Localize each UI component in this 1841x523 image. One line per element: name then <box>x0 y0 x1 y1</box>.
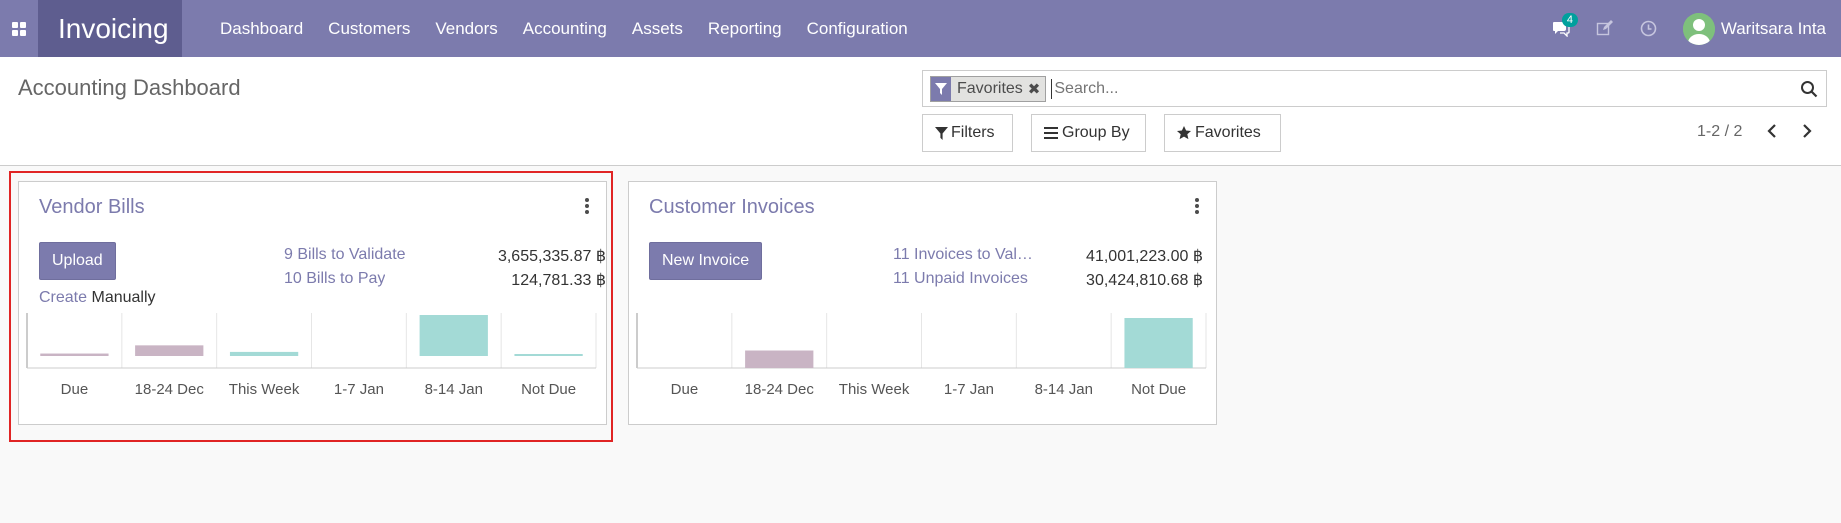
bars-icon <box>1044 127 1058 139</box>
favorites-label: Favorites <box>1195 124 1261 141</box>
edit-icon <box>1597 20 1614 36</box>
chart-category-label: 8-14 Jan <box>1035 381 1093 398</box>
invoices-to-validate-amount: 41,001,223.00 ฿ <box>1086 248 1203 265</box>
menu-configuration[interactable]: Configuration <box>807 19 908 39</box>
search-input[interactable] <box>1051 78 1800 99</box>
page-title: Accounting Dashboard <box>18 75 241 100</box>
systray: 4 Waritsara Inta <box>1551 0 1841 57</box>
filters-button[interactable]: Filters <box>922 114 1013 152</box>
search-icon[interactable] <box>1800 80 1818 98</box>
chart-category-label: 8-14 Jan <box>425 381 483 398</box>
filters-label: Filters <box>951 124 995 141</box>
star-icon <box>1177 126 1191 140</box>
menu-vendors[interactable]: Vendors <box>435 19 497 39</box>
create-manually-text: Manually <box>91 289 156 306</box>
chart-bar-0[interactable] <box>40 353 109 356</box>
app-brand[interactable]: Invoicing <box>38 0 182 57</box>
stat-row: 11 Invoices to Val… 41,001,223.00 ฿ <box>893 246 1203 266</box>
main-menu: Dashboard Customers Vendors Accounting A… <box>220 19 933 39</box>
chart-category-label: This Week <box>839 381 910 398</box>
clock-icon <box>1641 20 1657 37</box>
group-by-button[interactable]: Group By <box>1031 114 1146 152</box>
chart-category-label: Not Due <box>1131 381 1186 398</box>
top-navbar: Invoicing Dashboard Customers Vendors Ac… <box>0 0 1841 57</box>
card-title[interactable]: Customer Invoices <box>649 196 815 219</box>
vendor-bills-card: Vendor Bills Upload Create Manually 9 Bi… <box>18 181 607 425</box>
apps-menu-button[interactable] <box>0 0 38 57</box>
user-avatar <box>1682 12 1715 45</box>
filter-icon <box>935 126 948 140</box>
card-menu-icon[interactable] <box>584 198 590 214</box>
favorites-button[interactable]: Favorites <box>1164 114 1281 152</box>
card-menu-icon[interactable] <box>1194 198 1200 214</box>
chevron-right-icon <box>1803 124 1812 138</box>
bills-to-validate-amount: 3,655,335.87 ฿ <box>497 248 606 265</box>
stat-row: 11 Unpaid Invoices 30,424,810.68 ฿ <box>893 270 1203 290</box>
vendor-bills-chart[interactable]: Due 18-24 Dec This Week 1-7 Jan 8-14 Jan Not … <box>24 309 601 404</box>
apps-grid-icon <box>12 21 26 36</box>
pager-previous[interactable] <box>1762 120 1782 142</box>
bills-to-validate-link[interactable]: 9 Bills to Validate <box>284 246 406 266</box>
group-by-label: Group By <box>1062 124 1130 141</box>
create-link[interactable]: Create <box>39 289 87 306</box>
chart-bar-4[interactable] <box>419 315 488 356</box>
upload-button[interactable]: Upload <box>39 242 116 280</box>
bills-to-pay-amount: 124,781.33 ฿ <box>511 272 606 289</box>
control-panel: Accounting Dashboard Favorites ✖ Filters… <box>0 57 1841 166</box>
user-menu[interactable]: Waritsara Inta <box>1682 12 1826 45</box>
pager-value[interactable]: 1-2 / 2 <box>1697 123 1742 141</box>
pager-next[interactable] <box>1797 120 1817 142</box>
new-invoice-button[interactable]: New Invoice <box>649 242 763 280</box>
menu-dashboard[interactable]: Dashboard <box>220 19 303 39</box>
messages-button[interactable]: 4 <box>1551 12 1578 39</box>
chart-bar-5[interactable] <box>1124 318 1193 368</box>
chart-category-label: 1-7 Jan <box>334 381 384 398</box>
chart-bar-5[interactable] <box>514 354 583 356</box>
invoices-to-validate-link[interactable]: 11 Invoices to Val… <box>893 246 1033 266</box>
chart-category-label: 1-7 Jan <box>944 381 994 398</box>
chart-category-label: Not Due <box>521 381 576 398</box>
chart-category-label: 18-24 Dec <box>745 381 815 398</box>
chart-category-label: Due <box>671 381 699 398</box>
stat-row: 9 Bills to Validate 3,655,335.87 ฿ <box>284 246 606 266</box>
unpaid-invoices-amount: 30,424,810.68 ฿ <box>1086 272 1203 289</box>
card-title[interactable]: Vendor Bills <box>39 196 145 219</box>
menu-assets[interactable]: Assets <box>632 19 683 39</box>
chart-bar-2[interactable] <box>229 351 299 356</box>
chevron-left-icon <box>1767 124 1776 138</box>
chart-bar-1[interactable] <box>745 350 814 369</box>
search-facet: Favorites ✖ <box>930 75 1047 102</box>
menu-customers[interactable]: Customers <box>328 19 410 39</box>
customer-invoices-card: Customer Invoices New Invoice 11 Invoice… <box>628 181 1217 425</box>
stat-row: 10 Bills to Pay 124,781.33 ฿ <box>284 270 606 290</box>
chart-category-label: 18-24 Dec <box>135 381 205 398</box>
bills-to-pay-link[interactable]: 10 Bills to Pay <box>284 270 385 290</box>
facet-remove-icon[interactable]: ✖ <box>1028 80 1046 98</box>
messages-count-badge: 4 <box>1561 12 1578 27</box>
activity-button[interactable] <box>1639 19 1659 39</box>
search-bar: Favorites ✖ <box>922 70 1827 107</box>
user-name: Waritsara Inta <box>1720 18 1826 38</box>
chart-category-label: Due <box>61 381 89 398</box>
edit-button[interactable] <box>1595 19 1615 39</box>
chart-category-label: This Week <box>229 381 300 398</box>
unpaid-invoices-link[interactable]: 11 Unpaid Invoices <box>893 270 1028 290</box>
menu-reporting[interactable]: Reporting <box>708 19 782 39</box>
create-manually: Create Manually <box>39 289 156 307</box>
filter-facet-icon <box>931 76 951 101</box>
facet-label: Favorites <box>957 79 1023 97</box>
menu-accounting[interactable]: Accounting <box>523 19 607 39</box>
customer-invoices-chart[interactable]: Due 18-24 Dec This Week 1-7 Jan 8-14 Jan Not … <box>634 309 1211 404</box>
chart-bar-1[interactable] <box>135 345 204 356</box>
